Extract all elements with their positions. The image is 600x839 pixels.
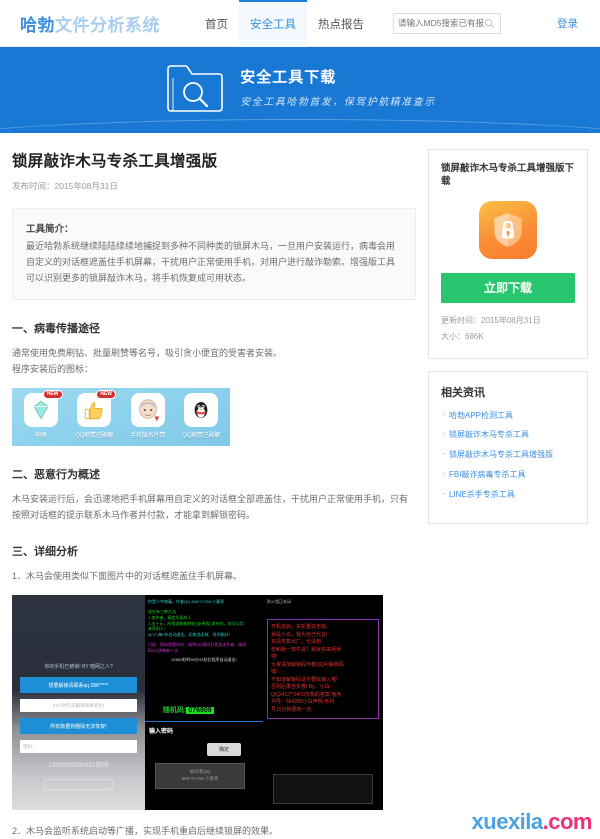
section-text-2: 木马安装运行后，会迅速地把手机屏幕用自定义的对话框全部遮盖住，干扰用户正常使用手… <box>12 493 409 520</box>
publish-date: 发布时间：2015年08月31日 <box>12 181 118 191</box>
random-code-label: 随机码: <box>163 707 187 715</box>
ransom-line-4: 想和我一样牛逼？那就快来拜师 <box>271 646 342 653</box>
download-size: 大小：686K <box>441 331 484 341</box>
lock-headline: 你的手机已被锁! BY 暗网之人? <box>44 664 113 671</box>
app-label-3: 手机版名片赞 <box>130 432 166 439</box>
ransom-line-1: 开机自启，关机重启无效。 <box>271 624 332 631</box>
search-box[interactable] <box>393 12 501 34</box>
nav-item-home[interactable]: 首页 <box>194 0 239 47</box>
app-item-2: NEW QQ刷赞已破解 <box>70 389 120 439</box>
section-heading-2: 二、恶意行为概述 <box>12 468 100 481</box>
tool-intro-box: 工具简介： 最近哈勃系统继续陆陆续续地捕捉到多种不同种类的锁屏木马，一旦用户安装… <box>12 208 416 301</box>
nav-item-security-tools[interactable]: 安全工具 <box>239 0 307 47</box>
sidebar: 锁屏敲诈木马专杀工具增强版下载 立即下载 更新时间：2015年08月31日 大小… <box>428 149 588 524</box>
app-label-2: QQ刷赞已破解 <box>75 432 114 439</box>
content-wrap: 锁屏敲诈木马专杀工具增强版 发布时间：2015年08月31日 工具简介： 最近哈… <box>0 133 600 837</box>
folder-search-icon <box>167 65 224 112</box>
new-badge: NEW <box>42 389 63 399</box>
ransom-line-11: 列号：564285小白声明.序列 <box>271 699 335 706</box>
section-text-3: 1．木马会使用类似下面图片中的对话框遮盖住手机屏幕。 <box>12 571 243 581</box>
face-icon <box>130 392 165 427</box>
app-item-1: NEW 神器 <box>16 389 66 439</box>
app-label-4: QQ刷赞已破解 <box>182 432 221 439</box>
ransom-line-12: 号10分钟更新一次 <box>271 706 312 713</box>
related-link-4[interactable]: FBI敲诈病毒专杀工具 <box>441 468 575 482</box>
search-icon[interactable] <box>484 18 495 29</box>
screenshot-panel-middle: 你是小中病毒，作者QQ 858*71768-小春哥 现在有三种方法 1.加作者，… <box>145 595 263 811</box>
screenshot-panel-right: 防火墙已关闭 开机自启，关机重启无效。 我是小白，我为自己代言! 双清恢复出厂，… <box>263 595 383 811</box>
random-code-display: 随机码: 076909 <box>163 705 214 715</box>
confirm-button: 确定 <box>207 743 241 757</box>
download-update-time: 更新时间：2015年08月31日 <box>441 315 541 325</box>
page-title: 锁屏敲诈木马专杀工具增强版 <box>12 153 218 170</box>
ransom-line-7: 嘿! <box>271 669 278 676</box>
logo-bold-text: 哈勃 <box>20 15 55 35</box>
page-root: 哈勃文件分析系统 首页 安全工具 热点报告 登录 安 <box>0 0 600 839</box>
related-news-list: 哈勃APP检测工具 锁屏敲诈木马专杀工具 锁屏敲诈木马专杀工具增强版 FBI敲诈… <box>441 409 575 502</box>
lock-field-2: 密码： <box>20 740 137 754</box>
search-input[interactable] <box>398 13 484 33</box>
logo-light-text: 文件分析系统 <box>55 15 160 35</box>
ransom-line-9: 否则后果自负哦! By、小白- <box>271 684 332 691</box>
mid-line-7: 已经，密码是随机的，请将QQ密码打死发送作者，随机 <box>148 641 247 647</box>
mid-line-8: 码5分钟刷新一次 <box>148 647 179 653</box>
related-link-3[interactable]: 锁屏敲诈木马专杀工具增强版 <box>441 448 575 462</box>
right-top-text: 防火墙已关闭 <box>267 599 291 605</box>
section-heading-3: 三、详细分析 <box>12 546 78 558</box>
lock-button-2: 所有数据将删除无法恢复! <box>20 718 137 735</box>
password-input-label: 输入密码 <box>149 729 174 736</box>
ransom-line-5: 吧! <box>271 654 278 661</box>
lock-button-1: 想要解锁请联系qq 286***** <box>20 677 137 694</box>
malware-screenshot-image: 你的手机已被锁! BY 暗网之人? 想要解锁请联系qq 286***** 24小… <box>12 595 383 811</box>
related-news-panel: 相关资讯 哈勃APP检测工具 锁屏敲诈木马专杀工具 锁屏敲诈木马专杀工具增强版 … <box>428 370 588 524</box>
section-text-1: 通常使用免费刷钻、批量刷赞等名号，吸引贪小便宜的受害者安装。 程序安装后的图标： <box>12 348 283 375</box>
mid-line-6: 3("V")每2年自动退出、扣电池无效、时间倒计! <box>148 632 230 638</box>
tool-intro-text: 最近哈勃系统继续陆陆续续地捕捉到多种不同种类的锁屏木马，一旦用户安装运行，病毒会… <box>26 241 396 283</box>
screenshot-panel-left: 你的手机已被锁! BY 暗网之人? 想要解锁请联系qq 286***** 24小… <box>12 595 145 811</box>
site-logo[interactable]: 哈勃文件分析系统 <box>20 11 160 36</box>
right-bottom-box <box>273 774 373 805</box>
site-header: 哈勃文件分析系统 首页 安全工具 热点报告 登录 <box>0 0 600 47</box>
banner-swoosh-decoration <box>0 119 600 133</box>
app-item-4: QQ刷赞已破解 <box>177 392 227 439</box>
related-link-5[interactable]: LINE杀手专杀工具 <box>441 488 575 502</box>
article-column: 锁屏敲诈木马专杀工具增强版 发布时间：2015年08月31日 工具简介： 最近哈… <box>12 149 416 837</box>
mid-line-1: 你是小中病毒，作者QQ 858*71768-小春哥 <box>148 599 225 605</box>
nav-item-hot-reports[interactable]: 热点报告 <box>307 0 375 47</box>
related-link-2[interactable]: 锁屏敲诈木马专杀工具 <box>441 428 575 442</box>
random-code-value: 076909 <box>186 707 214 715</box>
download-panel-title: 锁屏敲诈木马专杀工具增强版下载 <box>441 163 575 188</box>
lock-field-1: 24小时内未解锁将格式化! <box>20 699 137 713</box>
section-text-4: 2．木马会监听系统启动等广播，实现手机重启后继续锁屏的效果。 <box>12 826 279 837</box>
shield-lock-icon <box>479 200 537 259</box>
qq-penguin-icon <box>184 392 219 427</box>
ransom-message-box: 开机自启，关机重启无效。 我是小白，我为自己代言! 双清恢复出厂，也没用 想和我… <box>267 619 379 720</box>
lock-number: 2399995999952阿阿 <box>48 762 109 770</box>
watermark-pink-text: .com <box>542 809 593 834</box>
app-item-3: 手机版名片赞 <box>123 392 173 439</box>
author-qq-footer: 加作者QQ 858*71768-小春哥 <box>155 763 245 790</box>
tool-intro-heading: 工具简介： <box>26 224 74 235</box>
watermark-blue-text: xuexila <box>471 809 544 834</box>
app-label-1: 神器 <box>34 432 47 439</box>
ransom-line-6: 大家请加解锁码作者QQ问解锁码 <box>271 661 344 668</box>
new-badge: NEW <box>96 389 116 399</box>
login-link[interactable]: 登录 <box>557 16 578 31</box>
download-panel: 锁屏敲诈木马专杀工具增强版下载 立即下载 更新时间：2015年08月31日 大小… <box>428 149 588 359</box>
related-news-heading: 相关资讯 <box>441 386 485 399</box>
related-link-1[interactable]: 哈勃APP检测工具 <box>441 409 575 423</box>
banner-title: 安全工具下载 <box>240 69 337 86</box>
mid-line-9: 52559秒时59分43秒后程序自动退出! <box>171 656 237 662</box>
app-icon-strip: NEW 神器 NEW QQ刷赞已破解 手机版名片赞 QQ刷赞已破解 <box>12 387 230 446</box>
section-heading-1: 一、病毒传播途径 <box>12 323 100 336</box>
page-banner: 安全工具下载 安全工具哈勃首发，保驾护航精准查示 <box>0 47 600 133</box>
main-nav: 首页 安全工具 热点报告 <box>194 0 375 47</box>
mid-divider <box>145 721 263 723</box>
ransom-line-3: 双清恢复出厂，也没用 <box>271 639 322 646</box>
download-now-button[interactable]: 立即下载 <box>441 272 575 303</box>
watermark: xuexila.com <box>471 809 593 835</box>
banner-subtitle: 安全工具哈勃首发，保驾护航精准查示 <box>240 97 436 108</box>
lock-ghost-box <box>44 779 113 791</box>
